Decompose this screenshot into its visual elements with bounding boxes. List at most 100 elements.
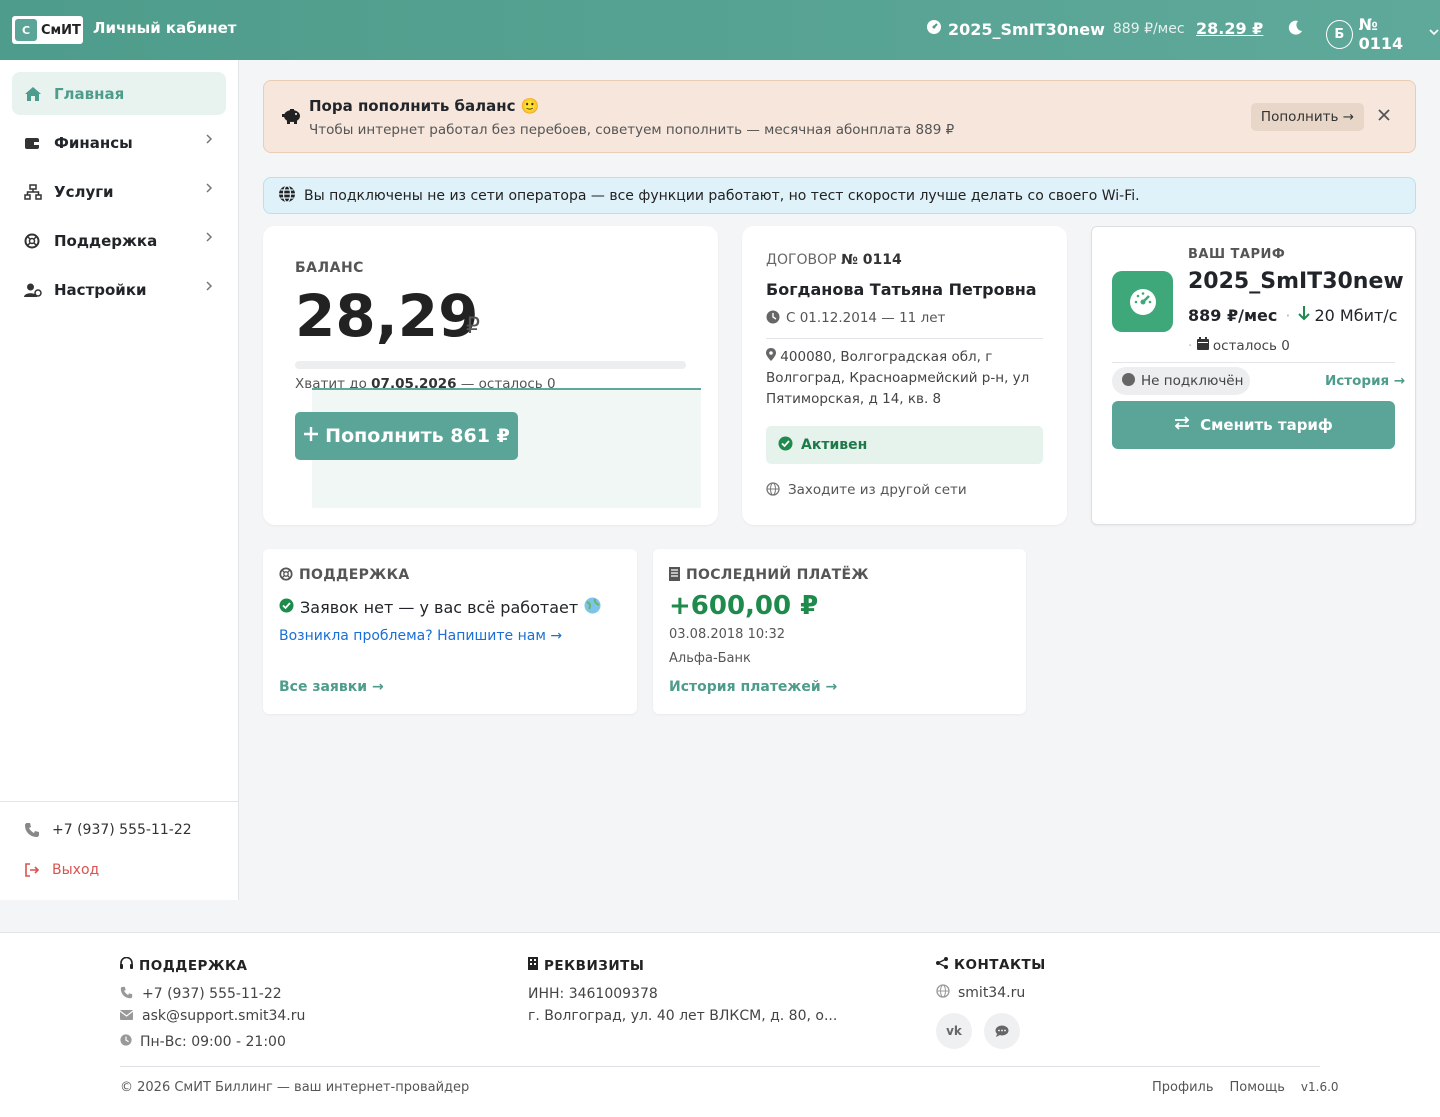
tariff-speed: 20 Мбит/с bbox=[1298, 305, 1397, 325]
balance-currency: ₽ bbox=[466, 314, 480, 339]
alert-topup-button[interactable]: Пополнить → bbox=[1251, 103, 1364, 131]
chat-icon[interactable] bbox=[984, 1013, 1020, 1049]
contract-number: № 0114 bbox=[841, 252, 902, 268]
arrow-down-icon bbox=[1298, 305, 1311, 325]
footer-inn: ИНН: 3461009378 bbox=[528, 986, 658, 1002]
lifebuoy-icon bbox=[24, 233, 44, 249]
tariff-name: 2025_SmIT30new bbox=[1188, 269, 1404, 294]
sidebar-item-finance[interactable]: Финансы bbox=[12, 121, 226, 164]
vk-icon[interactable]: vk bbox=[936, 1013, 972, 1049]
header-tariff-name: 2025_SmIT30new bbox=[948, 19, 1105, 39]
payment-history-link[interactable]: История платежей → bbox=[669, 679, 837, 695]
topup-button-label: Пополнить 861 ₽ bbox=[325, 425, 510, 447]
network-icon bbox=[24, 183, 44, 200]
chevron-right-icon bbox=[204, 182, 214, 198]
sidebar-item-label: Поддержка bbox=[54, 231, 158, 250]
footer-requisites-title: РЕКВИЗИТЫ bbox=[528, 957, 837, 974]
sidebar-phone-number: +7 (937) 555-11-22 bbox=[52, 822, 192, 838]
map-marker-icon bbox=[766, 348, 780, 365]
sidebar-item-home[interactable]: Главная bbox=[12, 72, 226, 115]
tariff-history-link[interactable]: История → bbox=[1325, 373, 1405, 389]
header-tariff[interactable]: 2025_SmIT30new 889 ₽/мес bbox=[926, 19, 1185, 39]
support-write-link[interactable]: Возникла проблема? Напишите нам → bbox=[279, 628, 562, 644]
footer: ПОДДЕРЖКА +7 (937) 555-11-22 ask@support… bbox=[0, 932, 1440, 1117]
payment-date: 03.08.2018 10:32 bbox=[669, 627, 786, 642]
logo-text: СмИТ bbox=[41, 22, 81, 38]
lifebuoy-icon bbox=[279, 567, 293, 585]
info-text: Вы подключены не из сети оператора — все… bbox=[304, 187, 1140, 204]
support-card: ПОДДЕРЖКА Заявок нет — у вас всё работае… bbox=[263, 549, 637, 714]
top-bar: С СмИТ Личный кабинет 2025_SmIT30new 889… bbox=[0, 0, 1440, 60]
tariff-label: ВАШ ТАРИФ bbox=[1188, 247, 1286, 262]
logout-button[interactable]: Выход bbox=[24, 862, 99, 882]
headset-icon bbox=[120, 956, 133, 974]
footer-email[interactable]: ask@support.smit34.ru bbox=[119, 1008, 305, 1024]
speedometer-icon bbox=[926, 19, 942, 39]
footer-site-link[interactable]: smit34.ru bbox=[936, 984, 1046, 1001]
footer-address: г. Волгоград, ул. 40 лет ВЛКСМ, д. 80, о… bbox=[528, 1008, 838, 1024]
wallet-icon bbox=[24, 136, 44, 150]
phone-icon bbox=[24, 822, 40, 842]
footer-copyright: © 2026 СмИТ Биллинг — ваш интернет-прова… bbox=[120, 1080, 470, 1095]
building-icon bbox=[528, 957, 538, 974]
footer-links: Профиль Помощь v1.6.0 bbox=[1152, 1080, 1339, 1095]
divider bbox=[766, 338, 1043, 339]
sidebar-item-settings[interactable]: Настройки bbox=[12, 268, 226, 311]
check-circle-icon bbox=[778, 436, 793, 455]
footer-help-link[interactable]: Помощь bbox=[1230, 1080, 1285, 1095]
logo[interactable]: С СмИТ bbox=[12, 16, 83, 44]
sidebar-footer: +7 (937) 555-11-22 Выход bbox=[0, 801, 238, 900]
sidebar-item-services[interactable]: Услуги bbox=[12, 170, 226, 213]
contract-card: ДОГОВОР № 0114 Богданова Татьяна Петровн… bbox=[742, 226, 1067, 525]
footer-support-title: ПОДДЕРЖКА bbox=[120, 956, 305, 974]
contract-status-badge: Активен bbox=[766, 426, 1043, 464]
alert-title: Пора пополнить баланс 🙂 bbox=[309, 97, 540, 115]
app-version: v1.6.0 bbox=[1300, 1080, 1339, 1094]
chevron-down-icon bbox=[1428, 26, 1440, 42]
envelope-icon bbox=[119, 1009, 134, 1024]
logo-mark: С bbox=[15, 19, 37, 41]
check-circle-icon bbox=[279, 598, 294, 617]
receipt-icon bbox=[669, 567, 680, 585]
footer-profile-link[interactable]: Профиль bbox=[1152, 1080, 1214, 1095]
contract-network-note: Заходите из другой сети bbox=[766, 482, 967, 500]
contract-holder-name: Богданова Татьяна Петровна bbox=[766, 280, 1037, 299]
sidebar-phone[interactable]: +7 (937) 555-11-22 bbox=[24, 822, 192, 842]
user-settings-icon bbox=[24, 282, 44, 298]
alert-text: Чтобы интернет работал без перебоев, сов… bbox=[309, 122, 955, 138]
moon-icon[interactable] bbox=[1286, 19, 1304, 42]
contract-label: ДОГОВОР № 0114 bbox=[766, 252, 902, 268]
user-menu[interactable]: Б № 0114 bbox=[1326, 15, 1440, 53]
globe-emoji-icon bbox=[584, 597, 601, 618]
payment-bank: Альфа-Банк bbox=[669, 651, 751, 666]
sidebar-item-label: Финансы bbox=[54, 133, 133, 152]
app-title: Личный кабинет bbox=[93, 19, 237, 37]
chevron-right-icon bbox=[204, 133, 214, 149]
sidebar-item-support[interactable]: Поддержка bbox=[12, 219, 226, 262]
sidebar-item-label: Главная bbox=[54, 84, 125, 103]
chevron-right-icon bbox=[204, 280, 214, 296]
header-balance[interactable]: 28.29 ₽ bbox=[1196, 19, 1263, 38]
payment-card-title: ПОСЛЕДНИЙ ПЛАТЁЖ bbox=[669, 567, 869, 585]
footer-phone[interactable]: +7 (937) 555-11-22 bbox=[120, 986, 305, 1002]
piggy-bank-icon bbox=[281, 106, 303, 129]
support-status: Заявок нет — у вас всё работает bbox=[279, 597, 601, 618]
footer-contacts-column: КОНТАКТЫ smit34.ru vk bbox=[936, 957, 1046, 1049]
chevron-right-icon bbox=[204, 231, 214, 247]
calendar-icon bbox=[1196, 337, 1213, 354]
separator: · bbox=[1285, 305, 1291, 325]
all-tickets-link[interactable]: Все заявки → bbox=[279, 679, 384, 695]
divider bbox=[1112, 362, 1395, 363]
connection-status-badge: Не подключён bbox=[1112, 367, 1250, 395]
sidebar-item-label: Услуги bbox=[54, 182, 114, 201]
globe-icon bbox=[278, 184, 296, 207]
footer-contacts-title: КОНТАКТЫ bbox=[936, 957, 1046, 973]
network-info-alert: Вы подключены не из сети оператора — все… bbox=[263, 177, 1416, 214]
sidebar: Главная Финансы Услуги Поддержка Настрой… bbox=[0, 60, 239, 900]
change-tariff-button[interactable]: Сменить тариф bbox=[1112, 401, 1395, 449]
close-icon[interactable] bbox=[1378, 105, 1390, 126]
topup-button[interactable]: Пополнить 861 ₽ bbox=[295, 412, 518, 460]
sidebar-item-label: Настройки bbox=[54, 280, 147, 299]
tariff-card: ВАШ ТАРИФ 2025_SmIT30new 889 ₽/мес · 20 … bbox=[1091, 226, 1416, 525]
footer-hours: Пн-Вс: 09:00 - 21:00 bbox=[120, 1034, 305, 1050]
